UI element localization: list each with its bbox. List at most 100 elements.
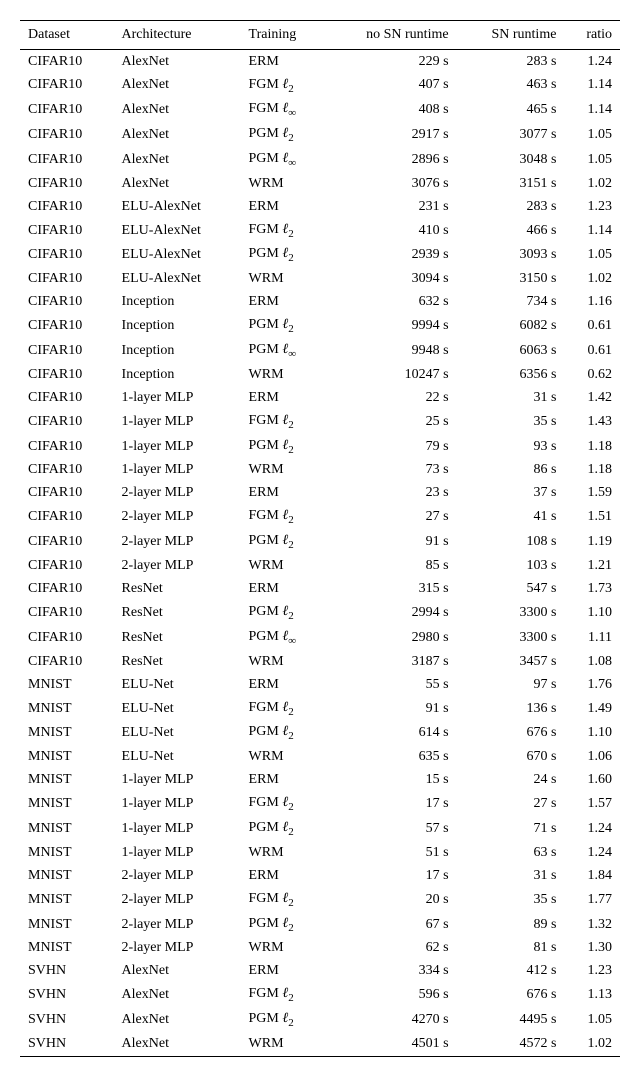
cell-training: WRM	[241, 363, 326, 386]
cell-no-sn: 632 s	[325, 291, 456, 314]
cell-training: FGM ℓ2	[241, 409, 326, 434]
cell-sn: 670 s	[457, 746, 565, 769]
cell-architecture: AlexNet	[114, 1033, 241, 1057]
cell-training: WRM	[241, 746, 326, 769]
cell-training: WRM	[241, 1033, 326, 1057]
cell-ratio: 1.84	[564, 864, 620, 887]
cell-ratio: 1.42	[564, 386, 620, 409]
cell-architecture: 1-layer MLP	[114, 841, 241, 864]
cell-dataset: CIFAR10	[20, 505, 114, 530]
cell-training: WRM	[241, 459, 326, 482]
cell-architecture: 1-layer MLP	[114, 817, 241, 842]
cell-architecture: 2-layer MLP	[114, 530, 241, 555]
cell-training: ERM	[241, 386, 326, 409]
table-row: CIFAR10ELU-AlexNetERM231 s283 s1.23	[20, 195, 620, 218]
cell-sn: 37 s	[457, 482, 565, 505]
cell-no-sn: 23 s	[325, 482, 456, 505]
table-row: CIFAR10ResNetWRM3187 s3457 s1.08	[20, 650, 620, 673]
cell-no-sn: 614 s	[325, 721, 456, 746]
cell-sn: 71 s	[457, 817, 565, 842]
cell-architecture: ResNet	[114, 601, 241, 626]
cell-training: ERM	[241, 673, 326, 696]
cell-dataset: CIFAR10	[20, 386, 114, 409]
cell-architecture: 2-layer MLP	[114, 912, 241, 937]
cell-architecture: 1-layer MLP	[114, 792, 241, 817]
cell-ratio: 1.49	[564, 696, 620, 721]
cell-dataset: CIFAR10	[20, 409, 114, 434]
table-row: CIFAR10AlexNetWRM3076 s3151 s1.02	[20, 172, 620, 195]
cell-training: PGM ℓ2	[241, 530, 326, 555]
cell-no-sn: 17 s	[325, 792, 456, 817]
cell-training: FGM ℓ2	[241, 887, 326, 912]
cell-ratio: 0.61	[564, 339, 620, 364]
table-row: CIFAR10ResNetPGM ℓ∞2980 s3300 s1.11	[20, 625, 620, 650]
cell-architecture: ELU-Net	[114, 696, 241, 721]
cell-architecture: AlexNet	[114, 50, 241, 74]
cell-sn: 3150 s	[457, 268, 565, 291]
cell-sn: 89 s	[457, 912, 565, 937]
cell-dataset: SVHN	[20, 1008, 114, 1033]
cell-architecture: ELU-AlexNet	[114, 195, 241, 218]
cell-dataset: MNIST	[20, 937, 114, 960]
table-row: CIFAR10ELU-AlexNetPGM ℓ22939 s3093 s1.05	[20, 243, 620, 268]
cell-ratio: 1.23	[564, 960, 620, 983]
cell-no-sn: 27 s	[325, 505, 456, 530]
table-row: CIFAR101-layer MLPPGM ℓ279 s93 s1.18	[20, 434, 620, 459]
table-row: CIFAR10InceptionPGM ℓ29994 s6082 s0.61	[20, 314, 620, 339]
cell-no-sn: 91 s	[325, 530, 456, 555]
table-row: MNIST1-layer MLPERM15 s24 s1.60	[20, 769, 620, 792]
cell-ratio: 1.02	[564, 172, 620, 195]
cell-ratio: 1.06	[564, 746, 620, 769]
cell-architecture: AlexNet	[114, 960, 241, 983]
cell-no-sn: 20 s	[325, 887, 456, 912]
cell-ratio: 1.13	[564, 983, 620, 1008]
table-row: CIFAR102-layer MLPFGM ℓ227 s41 s1.51	[20, 505, 620, 530]
cell-training: FGM ℓ∞	[241, 98, 326, 123]
cell-dataset: CIFAR10	[20, 314, 114, 339]
cell-sn: 676 s	[457, 721, 565, 746]
cell-dataset: CIFAR10	[20, 218, 114, 243]
table-row: MNIST2-layer MLPPGM ℓ267 s89 s1.32	[20, 912, 620, 937]
cell-sn: 3093 s	[457, 243, 565, 268]
cell-architecture: Inception	[114, 363, 241, 386]
cell-training: ERM	[241, 578, 326, 601]
table-row: CIFAR10InceptionPGM ℓ∞9948 s6063 s0.61	[20, 339, 620, 364]
cell-sn: 93 s	[457, 434, 565, 459]
cell-sn: 41 s	[457, 505, 565, 530]
cell-ratio: 1.57	[564, 792, 620, 817]
cell-sn: 86 s	[457, 459, 565, 482]
cell-sn: 35 s	[457, 409, 565, 434]
cell-no-sn: 407 s	[325, 73, 456, 98]
cell-ratio: 1.60	[564, 769, 620, 792]
cell-dataset: CIFAR10	[20, 625, 114, 650]
cell-training: PGM ℓ∞	[241, 339, 326, 364]
cell-architecture: ELU-AlexNet	[114, 268, 241, 291]
cell-ratio: 1.30	[564, 937, 620, 960]
cell-no-sn: 55 s	[325, 673, 456, 696]
cell-dataset: CIFAR10	[20, 268, 114, 291]
col-ratio: ratio	[564, 21, 620, 50]
cell-training: PGM ℓ2	[241, 434, 326, 459]
cell-architecture: Inception	[114, 314, 241, 339]
table-row: MNISTELU-NetPGM ℓ2614 s676 s1.10	[20, 721, 620, 746]
cell-ratio: 1.76	[564, 673, 620, 696]
cell-no-sn: 85 s	[325, 555, 456, 578]
cell-ratio: 1.21	[564, 555, 620, 578]
cell-sn: 108 s	[457, 530, 565, 555]
cell-training: PGM ℓ2	[241, 601, 326, 626]
cell-no-sn: 334 s	[325, 960, 456, 983]
table-row: MNISTELU-NetERM55 s97 s1.76	[20, 673, 620, 696]
cell-training: ERM	[241, 864, 326, 887]
cell-sn: 4572 s	[457, 1033, 565, 1057]
cell-no-sn: 596 s	[325, 983, 456, 1008]
cell-architecture: ResNet	[114, 650, 241, 673]
col-no-sn: no SN runtime	[325, 21, 456, 50]
cell-training: FGM ℓ2	[241, 505, 326, 530]
cell-architecture: 1-layer MLP	[114, 434, 241, 459]
cell-no-sn: 2994 s	[325, 601, 456, 626]
cell-dataset: CIFAR10	[20, 147, 114, 172]
cell-sn: 81 s	[457, 937, 565, 960]
cell-architecture: AlexNet	[114, 123, 241, 148]
cell-training: FGM ℓ2	[241, 218, 326, 243]
cell-dataset: CIFAR10	[20, 195, 114, 218]
